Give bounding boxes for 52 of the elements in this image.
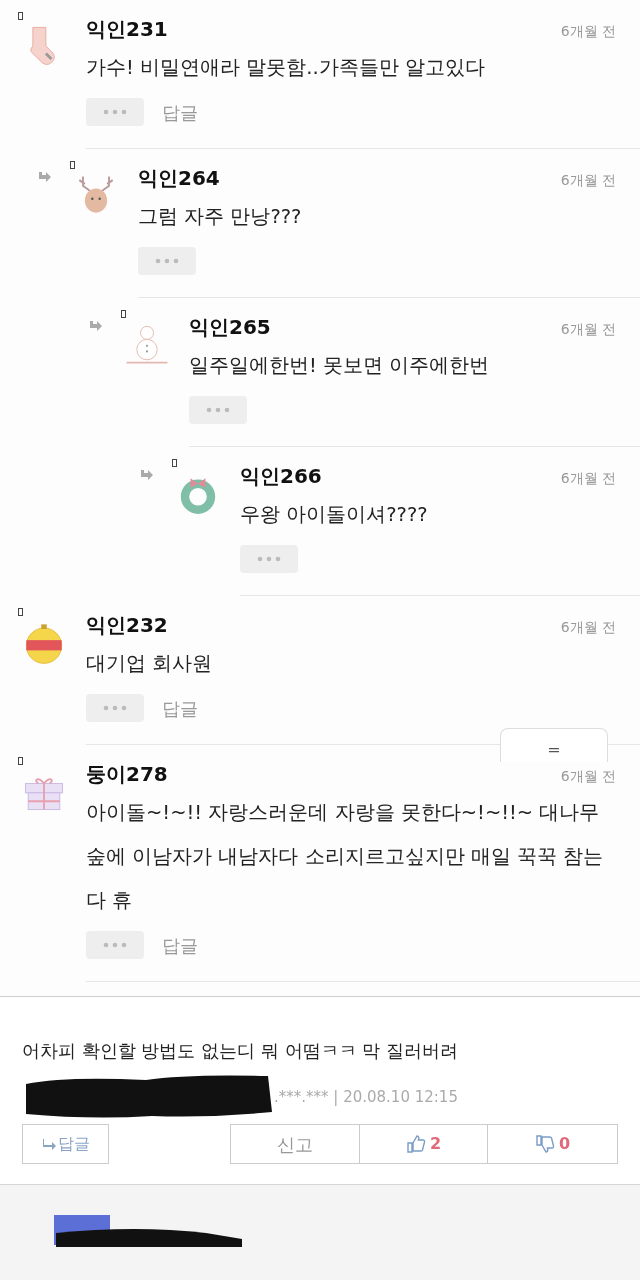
reply-button[interactable]: 답글 [22, 1124, 109, 1164]
broken-image-icon [18, 12, 23, 20]
more-button[interactable] [86, 931, 144, 959]
timestamp: 6개월 전 [560, 618, 616, 637]
reply-link[interactable]: 답글 [162, 98, 198, 126]
comment-meta: .***.*** | 20.08.10 12:15 [274, 1086, 458, 1108]
nickname: 익인264 [138, 165, 220, 192]
comment-text: 아이돌~!~!! 자랑스러운데 자랑을 못한다~!~!!~ 대나무숲에 이남자가 내남자다 소리지르고싶지만 매일 꾹꾹 참는다 휴 [86, 800, 605, 914]
timestamp: 6개월 전 [560, 320, 616, 339]
dots-icon [102, 705, 128, 711]
timestamp: 6개월 전 [560, 469, 616, 488]
more-button[interactable] [189, 396, 247, 424]
broken-image-icon [18, 608, 23, 616]
dots-icon [102, 109, 128, 115]
dislike-button[interactable]: 0 [488, 1124, 618, 1164]
comment-text: 어차피 확인할 방법도 없는디 뭐 어떰ㅋㅋ 막 질러버려 [22, 1039, 460, 1063]
nickname: 익인266 [240, 463, 322, 490]
report-button[interactable]: 신고 [230, 1124, 360, 1164]
more-button[interactable] [86, 694, 144, 722]
nickname: 익인231 [86, 16, 168, 43]
comment-text: 일주일에한번! 못보면 이주에한번 [189, 353, 491, 379]
more-button[interactable] [240, 545, 298, 573]
timestamp: 6개월 전 [560, 767, 616, 786]
dots-icon [154, 258, 180, 264]
reply-arrow-icon [87, 320, 103, 334]
dots-icon [102, 942, 128, 948]
reply-link[interactable]: 답글 [162, 931, 198, 959]
reply-arrow-icon [41, 1138, 56, 1150]
dots-icon [256, 556, 282, 562]
broken-image-icon [172, 459, 177, 467]
broken-image-icon [121, 310, 126, 318]
timestamp: 6개월 전 [560, 22, 616, 41]
comment-text: 대기업 회사원 [86, 651, 214, 677]
comment-text: 가수! 비밀연애라 말못함..가족들만 알고있다 [86, 55, 486, 81]
nickname: 익인232 [86, 612, 168, 639]
reply-link[interactable]: 답글 [162, 694, 198, 722]
broken-image-icon [70, 161, 75, 169]
more-button[interactable] [86, 98, 144, 126]
timestamp: 6개월 전 [560, 171, 616, 190]
nickname: 둥이278 [86, 761, 168, 788]
broken-image-icon [18, 757, 23, 765]
more-button[interactable] [138, 247, 196, 275]
like-button[interactable]: 2 [360, 1124, 488, 1164]
thumbs-down-icon [534, 1134, 555, 1154]
dots-icon [205, 407, 231, 413]
comment-text: 우왕 아이돌이셔???? [240, 502, 429, 528]
nickname: 익인265 [189, 314, 271, 341]
reply-arrow-icon [138, 469, 154, 483]
thumbs-up-icon [405, 1134, 426, 1154]
comment-text: 그럼 자주 만낭??? [138, 204, 303, 230]
reply-arrow-icon [36, 171, 52, 185]
scroll-button[interactable]: = [500, 728, 608, 762]
